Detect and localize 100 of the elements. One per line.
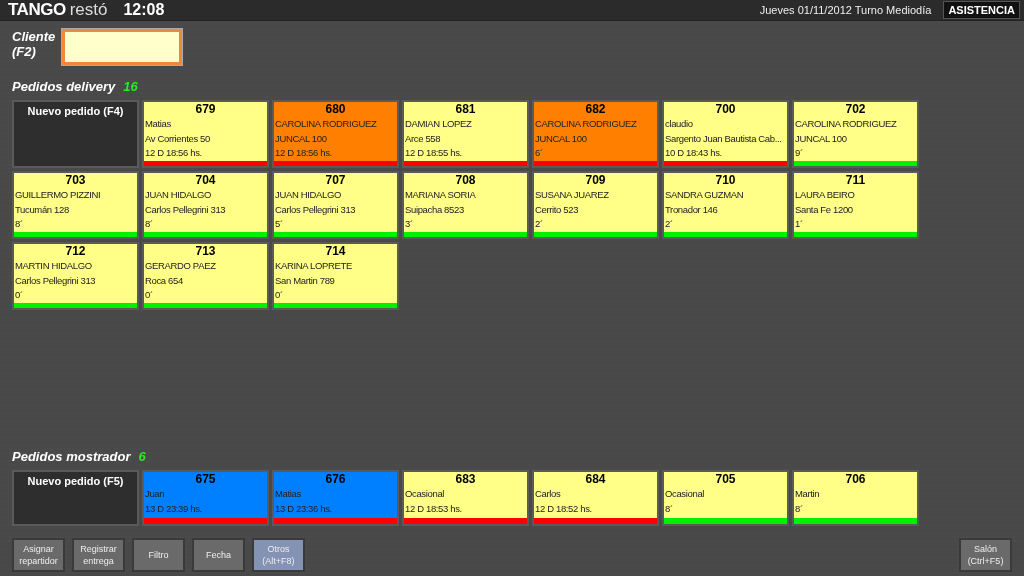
order-card[interactable]: 683 Ocasional 12 D 18:53 hs. (402, 470, 529, 526)
order-detail: 9´ (794, 146, 803, 160)
order-number: 708 (454, 173, 477, 188)
brand-logo: TANGO (8, 0, 66, 20)
new-order-button[interactable]: Nuevo pedido (F4) (12, 100, 139, 168)
order-card[interactable]: 712 MARTIN HIDALGO Carlos Pellegrini 313 0´ (12, 242, 139, 310)
order-card[interactable]: 679 Matias Av Corrientes 50 12 D 18:56 hs. (142, 100, 269, 168)
order-card[interactable]: 710 SANDRA GUZMAN Tronador 146 2´ (662, 171, 789, 239)
order-detail: Ocasional (404, 487, 445, 501)
client-field[interactable] (62, 29, 182, 65)
order-detail: 13 D 23:36 hs. (274, 501, 332, 516)
order-detail: JUNCAL 100 (794, 131, 847, 146)
order-detail: 12 D 18:56 hs. (144, 146, 202, 160)
order-detail: Ocasional (664, 487, 705, 501)
order-number: 702 (844, 102, 867, 117)
order-card[interactable]: 711 LAURA BEIRO Santa Fe 1200 1´ (792, 171, 919, 239)
order-detail: 12 D 18:53 hs. (404, 501, 462, 516)
order-detail: Carlos Pellegrini 313 (274, 202, 356, 217)
order-detail: Arce 558 (404, 131, 441, 146)
order-detail: Carlos (534, 487, 561, 501)
order-detail: 8´ (14, 217, 23, 231)
clock: 12:08 (123, 1, 165, 19)
order-number: 712 (64, 244, 87, 259)
order-number: 706 (844, 472, 867, 487)
order-detail: 0´ (144, 288, 153, 302)
section-title: Pedidos mostrador (12, 449, 131, 464)
order-detail: 2´ (534, 217, 543, 231)
order-card[interactable]: 681 DAMIAN LOPEZ Arce 558 12 D 18:55 hs. (402, 100, 529, 168)
section-title: Pedidos delivery (12, 79, 116, 94)
order-detail: CAROLINA RODRIGUEZ (274, 117, 377, 131)
client-label: Cliente (F2) (12, 29, 56, 59)
order-card[interactable]: 707 JUAN HIDALGO Carlos Pellegrini 313 5´ (272, 171, 399, 239)
order-detail: CAROLINA RODRIGUEZ (794, 117, 897, 131)
order-detail: Av Corrientes 50 (144, 131, 210, 146)
order-card[interactable]: 704 JUAN HIDALGO Carlos Pellegrini 313 8´ (142, 171, 269, 239)
order-number: 683 (454, 472, 477, 487)
order-detail: 5´ (274, 217, 283, 231)
order-number: 710 (714, 173, 737, 188)
order-detail: Santa Fe 1200 (794, 202, 853, 217)
order-detail: 12 D 18:52 hs. (534, 501, 592, 516)
order-detail: SANDRA GUZMAN (664, 188, 744, 202)
order-detail: Carlos Pellegrini 313 (144, 202, 226, 217)
order-card[interactable]: 703 GUILLERMO PIZZINI Tucumán 128 8´ (12, 171, 139, 239)
order-card[interactable]: 700 claudio Sargento Juan Bautista Cab... 10 D 18:43 hs. (662, 100, 789, 168)
order-count: 16 (123, 79, 138, 94)
order-detail: claudio (664, 117, 693, 131)
order-number: 684 (584, 472, 607, 487)
order-detail: SUSANA JUAREZ (534, 188, 609, 202)
order-detail: Carlos Pellegrini 313 (14, 273, 96, 288)
order-card[interactable]: 682 CAROLINA RODRIGUEZ JUNCAL 100 6´ (532, 100, 659, 168)
order-detail: Cerrito 523 (534, 202, 579, 217)
order-card[interactable]: 684 Carlos 12 D 18:52 hs. (532, 470, 659, 526)
order-number: 705 (714, 472, 737, 487)
order-detail: GERARDO PAEZ (144, 259, 216, 273)
order-card[interactable]: 714 KARINA LOPRETE San Martin 789 0´ (272, 242, 399, 310)
order-detail: 0´ (14, 288, 23, 302)
order-number: 681 (454, 102, 477, 117)
toolbar-button[interactable]: Asignar repartidor (12, 538, 65, 572)
attendance-button[interactable]: ASISTENCIA (943, 1, 1020, 19)
order-detail: MARIANA SORIA (404, 188, 476, 202)
order-detail: 12 D 18:56 hs. (274, 146, 332, 160)
order-detail: JUAN HIDALGO (144, 188, 211, 202)
order-number: 713 (194, 244, 217, 259)
new-order-button[interactable]: Nuevo pedido (F5) (12, 470, 139, 526)
order-detail: 1´ (794, 217, 803, 231)
order-detail: 0´ (274, 288, 283, 302)
toolbar-button[interactable]: Fecha (192, 538, 245, 572)
order-detail: 13 D 23:39 hs. (144, 501, 202, 516)
order-number: 676 (324, 472, 347, 487)
order-detail: KARINA LOPRETE (274, 259, 352, 273)
order-detail: Matias (144, 117, 171, 131)
order-detail: Tronador 146 (664, 202, 718, 217)
order-card[interactable]: 713 GERARDO PAEZ Roca 654 0´ (142, 242, 269, 310)
order-number: 675 (194, 472, 217, 487)
order-number: 700 (714, 102, 737, 117)
toolbar-button[interactable]: Registrar entrega (72, 538, 125, 572)
order-detail: 2´ (664, 217, 673, 231)
order-card[interactable]: 708 MARIANA SORIA Suipacha 8523 3´ (402, 171, 529, 239)
order-card[interactable]: 702 CAROLINA RODRIGUEZ JUNCAL 100 9´ (792, 100, 919, 168)
order-card[interactable]: 680 CAROLINA RODRIGUEZ JUNCAL 100 12 D 18:56 hs. (272, 100, 399, 168)
product-name: restó (69, 0, 108, 20)
order-detail: Sargento Juan Bautista Cab... (664, 131, 782, 146)
order-card[interactable]: 675 Juan 13 D 23:39 hs. (142, 470, 269, 526)
order-detail: 6´ (534, 146, 543, 160)
order-card[interactable]: 705 Ocasional 8´ (662, 470, 789, 526)
order-number: 711 (844, 173, 867, 188)
order-detail: 8´ (664, 501, 673, 516)
order-card[interactable]: 706 Martin 8´ (792, 470, 919, 526)
order-detail: Suipacha 8523 (404, 202, 464, 217)
order-detail: MARTIN HIDALGO (14, 259, 92, 273)
order-card[interactable]: 709 SUSANA JUAREZ Cerrito 523 2´ (532, 171, 659, 239)
toolbar-button[interactable]: Filtro (132, 538, 185, 572)
order-detail: Juan (144, 487, 165, 501)
order-detail: LAURA BEIRO (794, 188, 855, 202)
order-detail: Martin (794, 487, 820, 501)
order-detail: Roca 654 (144, 273, 183, 288)
order-number: 679 (194, 102, 217, 117)
order-detail: 8´ (144, 217, 153, 231)
salon-button[interactable]: Salón (Ctrl+F5) (959, 538, 1012, 572)
order-card[interactable]: 676 Matias 13 D 23:36 hs. (272, 470, 399, 526)
